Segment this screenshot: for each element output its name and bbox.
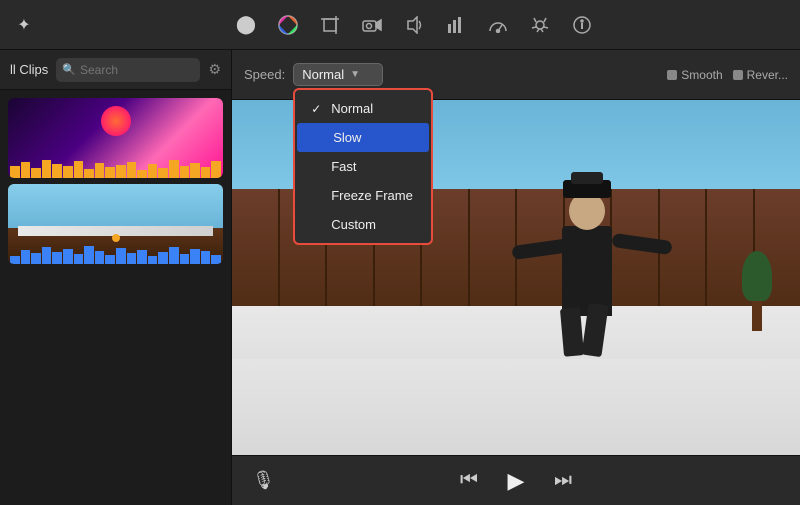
clip-thumbnail-neon [8, 98, 223, 178]
waveform-outdoor [8, 244, 223, 264]
list-item[interactable] [8, 184, 223, 264]
speed-option-freeze-frame-label: Freeze Frame [331, 188, 413, 203]
speed-option-slow-label: Slow [333, 130, 361, 145]
list-item[interactable] [8, 98, 223, 178]
clip-list [0, 90, 231, 505]
play-button[interactable]: ▶ [498, 463, 534, 499]
speed-option-normal[interactable]: ✓ Normal [295, 94, 431, 123]
bar-chart-icon[interactable] [440, 9, 472, 41]
speed-option-slow[interactable]: Slow [297, 123, 429, 152]
speed-option-custom-label: Custom [331, 217, 376, 232]
speedometer-icon[interactable] [482, 9, 514, 41]
reverse-text: Rever... [747, 68, 788, 82]
content-area: Speed: Normal ▼ ✓ Normal S [232, 50, 800, 505]
search-input[interactable] [80, 63, 194, 77]
speed-option-freeze-frame[interactable]: Freeze Frame [295, 181, 431, 210]
mic-area: 🎙 [252, 470, 275, 491]
color-wheel-icon[interactable] [272, 9, 304, 41]
speed-dropdown-menu: ✓ Normal Slow Fast [293, 88, 433, 245]
gear-icon[interactable]: ⚙ [208, 61, 221, 78]
sidebar-header: ll Clips 🔍 ⚙ [0, 50, 231, 90]
speed-dropdown-button[interactable]: Normal ▼ [293, 63, 383, 86]
clip-marker [112, 234, 120, 242]
audio-icon[interactable] [398, 9, 430, 41]
reverse-label: Rever... [733, 68, 788, 82]
skip-forward-button[interactable]: ⏭ [554, 469, 572, 492]
speed-right: Smooth Rever... [667, 68, 788, 82]
camera-icon[interactable] [356, 9, 388, 41]
speed-dropdown-container: Normal ▼ ✓ Normal Slow [293, 63, 383, 86]
speed-left: Speed: Normal ▼ ✓ Normal S [244, 63, 383, 86]
microphone-icon[interactable]: 🎙 [252, 470, 275, 491]
person-silhouette [527, 146, 657, 356]
enhance-icon[interactable]: ⬤ [230, 9, 262, 41]
snow-horizon [232, 306, 800, 359]
speed-current-value: Normal [302, 67, 344, 82]
toolbar-left: ✦ [10, 11, 38, 39]
info-icon[interactable] [566, 9, 598, 41]
speed-label: Speed: [244, 67, 285, 82]
speed-option-normal-label: Normal [331, 101, 373, 116]
search-box[interactable]: 🔍 [56, 58, 200, 82]
crop-icon[interactable] [314, 9, 346, 41]
speed-option-fast-label: Fast [331, 159, 356, 174]
skip-back-button[interactable]: ⏮ [460, 469, 478, 492]
smooth-text: Smooth [681, 68, 722, 82]
effects-icon[interactable] [524, 9, 556, 41]
smooth-label: Smooth [667, 68, 722, 82]
bottom-controls: 🎙 ⏮ ▶ ⏭ [232, 455, 800, 505]
toolbar-center: ⬤ [230, 9, 598, 41]
check-icon: ✓ [311, 102, 323, 116]
magic-wand-icon[interactable]: ✦ [10, 11, 38, 39]
sidebar: ll Clips 🔍 ⚙ [0, 50, 232, 505]
speed-option-fast[interactable]: Fast [295, 152, 431, 181]
neon-circle [101, 106, 131, 136]
reverse-dot-icon [733, 70, 743, 80]
sidebar-title: ll Clips [10, 62, 48, 77]
chevron-down-icon: ▼ [350, 69, 360, 80]
tree [742, 251, 772, 331]
smooth-dot-icon [667, 70, 677, 80]
search-icon: 🔍 [62, 63, 76, 76]
waveform-neon [8, 158, 223, 178]
speed-option-custom[interactable]: Custom [295, 210, 431, 239]
speed-toolbar: Speed: Normal ▼ ✓ Normal S [232, 50, 800, 100]
playback-controls: ⏮ ▶ ⏭ [460, 463, 572, 499]
clip-thumbnail-outdoor [8, 184, 223, 264]
main-area: ll Clips 🔍 ⚙ [0, 50, 800, 505]
top-toolbar: ✦ ⬤ [0, 0, 800, 50]
